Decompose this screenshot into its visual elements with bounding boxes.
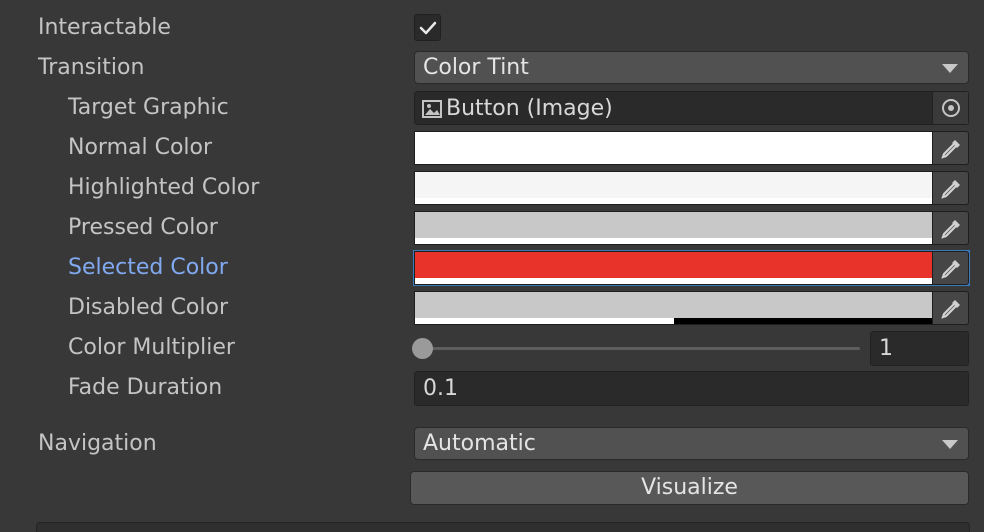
eyedropper-icon — [941, 300, 960, 319]
object-picker-button[interactable] — [932, 92, 968, 124]
fade-duration-input[interactable]: 0.1 — [414, 371, 969, 406]
disabled-color-field[interactable] — [414, 291, 969, 325]
color-multiplier-label: Color Multiplier — [68, 335, 235, 360]
pressed-color-eyedropper-button[interactable] — [933, 211, 969, 245]
selected-color-swatch[interactable] — [414, 251, 933, 285]
interactable-label: Interactable — [38, 15, 171, 40]
selected-color-label: Selected Color — [68, 255, 228, 280]
alpha-fill — [415, 158, 932, 164]
fade-duration-label: Fade Duration — [68, 375, 223, 400]
color-fill — [415, 132, 932, 159]
alpha-bar — [415, 278, 932, 284]
object-picker-dot — [948, 105, 954, 111]
alpha-fill — [415, 238, 932, 244]
color-fill — [415, 292, 932, 319]
highlighted-color-label: Highlighted Color — [68, 175, 260, 200]
eyedropper-icon — [941, 260, 960, 279]
selected-color-eyedropper-button[interactable] — [933, 251, 969, 285]
color-multiplier-value: 1 — [879, 336, 893, 361]
color-fill — [415, 172, 932, 199]
checkmark-icon — [419, 21, 437, 35]
normal-color-eyedropper-button[interactable] — [933, 131, 969, 165]
highlighted-color-eyedropper-button[interactable] — [933, 171, 969, 205]
image-icon — [422, 100, 442, 118]
target-graphic-field[interactable]: Button (Image) — [414, 91, 969, 125]
navigation-label: Navigation — [38, 431, 157, 456]
alpha-fill — [415, 198, 932, 204]
alpha-bar — [415, 158, 932, 164]
color-multiplier-slider-thumb[interactable] — [412, 338, 433, 359]
normal-color-swatch[interactable] — [414, 131, 933, 165]
navigation-value: Automatic — [423, 431, 536, 456]
eyedropper-icon — [941, 220, 960, 239]
color-fill — [415, 252, 932, 279]
disabled-color-eyedropper-button[interactable] — [933, 291, 969, 325]
dropdown-arrow-icon — [942, 64, 958, 73]
highlighted-color-field[interactable] — [414, 171, 969, 205]
transition-label: Transition — [38, 55, 145, 80]
transition-value: Color Tint — [423, 55, 529, 80]
normal-color-field[interactable] — [414, 131, 969, 165]
alpha-bar — [415, 198, 932, 204]
fade-duration-value: 0.1 — [423, 376, 458, 401]
target-graphic-value: Button (Image) — [446, 96, 613, 121]
highlighted-color-swatch[interactable] — [414, 171, 933, 205]
alpha-bar — [415, 318, 932, 324]
transition-dropdown[interactable]: Color Tint — [414, 51, 969, 84]
color-fill — [415, 212, 932, 239]
eyedropper-icon — [941, 180, 960, 199]
alpha-bar — [415, 238, 932, 244]
disabled-color-label: Disabled Color — [68, 295, 229, 320]
events-panel — [36, 522, 970, 532]
color-multiplier-input[interactable]: 1 — [870, 331, 969, 366]
dropdown-arrow-icon — [942, 440, 958, 449]
pressed-color-swatch[interactable] — [414, 211, 933, 245]
pressed-color-field[interactable] — [414, 211, 969, 245]
alpha-fill — [415, 318, 674, 324]
color-multiplier-slider-track[interactable] — [422, 347, 860, 350]
eyedropper-icon — [941, 140, 960, 159]
navigation-dropdown[interactable]: Automatic — [414, 427, 969, 460]
visualize-button[interactable]: Visualize — [410, 471, 969, 505]
pressed-color-label: Pressed Color — [68, 215, 218, 240]
interactable-checkbox[interactable] — [414, 14, 441, 41]
normal-color-label: Normal Color — [68, 135, 213, 160]
alpha-fill — [415, 278, 932, 284]
target-graphic-label: Target Graphic — [68, 95, 229, 120]
selected-color-field[interactable] — [413, 250, 970, 286]
disabled-color-swatch[interactable] — [414, 291, 933, 325]
